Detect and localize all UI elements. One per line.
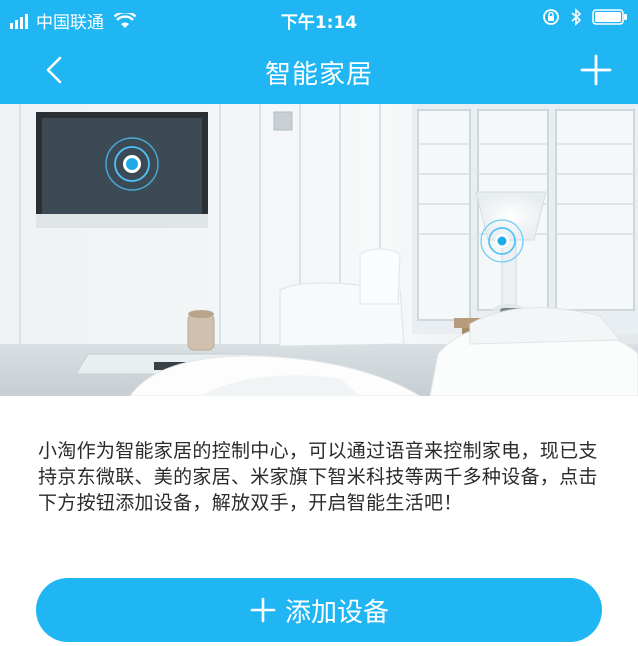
plus-icon (250, 597, 276, 623)
page-title: 智能家居 (264, 60, 373, 90)
add-device-label: 添加设备 (284, 597, 389, 628)
nav-bar: 智能家居 (0, 36, 638, 104)
smart-home-illustration (0, 104, 638, 396)
add-device-button[interactable]: 添加设备 (36, 578, 602, 642)
description-text: 小淘作为智能家居的控制中心，可以通过语音来控制家电，现已支持京东微联、美的家居、… (38, 440, 598, 514)
status-bar: 中国联通 下午1:14 (0, 0, 638, 36)
add-button-top[interactable] (576, 50, 616, 90)
plus-icon (580, 54, 612, 86)
battery-icon (592, 9, 627, 25)
status-right (542, 8, 628, 26)
orientation-lock-icon (543, 9, 559, 25)
living-room-image (0, 104, 638, 396)
bluetooth-icon (571, 8, 582, 26)
